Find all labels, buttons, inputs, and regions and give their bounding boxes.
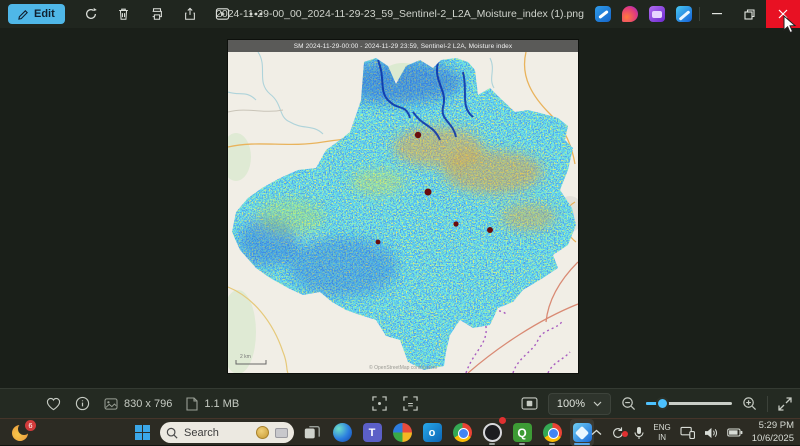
- clock[interactable]: 5:29 PM 10/6/2025: [752, 420, 794, 445]
- search-highlight-laptop-icon: [275, 428, 288, 438]
- rotate-icon[interactable]: [79, 3, 103, 25]
- taskbar-search[interactable]: Search: [160, 422, 294, 443]
- edit-button-label: Edit: [34, 8, 55, 20]
- share-blue-icon[interactable]: [676, 6, 692, 22]
- tray-date: 10/6/2025: [752, 433, 794, 445]
- file-size-icon: [186, 397, 198, 411]
- titlebar: Edit 2024-11-29-00_00_2024-11-29-23_59_S…: [0, 0, 800, 28]
- system-tray: ENG IN 5:29 PM 10/6/2025: [591, 419, 794, 446]
- image-embedded-title: SM 2024-11-29-00:00 - 2024-11-29 23:59, …: [228, 40, 578, 52]
- qgis-icon[interactable]: Q: [510, 419, 534, 446]
- image-dimensions: 830 x 796: [104, 398, 172, 410]
- edit-designer-icon[interactable]: [595, 6, 611, 22]
- file-size: 1.1 MB: [186, 397, 239, 411]
- info-button[interactable]: [75, 396, 90, 411]
- taskbar: 6 Search T o: [0, 418, 800, 445]
- filmstrip-toggle-button[interactable]: [521, 397, 538, 410]
- map-attribution: © OpenStreetMap contributors: [369, 364, 437, 371]
- viewed-image[interactable]: SM 2024-11-29-00:00 - 2024-11-29 23:59, …: [228, 40, 578, 373]
- zoom-to-fit-button[interactable]: [372, 396, 387, 411]
- viewer-statusbar: 830 x 796 1.1 MB 100%: [0, 388, 800, 418]
- mouse-cursor: [783, 15, 797, 40]
- photos-app-icon[interactable]: [570, 419, 594, 446]
- photos-app-window: Edit 2024-11-29-00_00_2024-11-29-23_59_S…: [0, 0, 800, 445]
- chrome-icon[interactable]: [450, 419, 474, 446]
- zoom-slider-handle[interactable]: [656, 397, 669, 410]
- actual-size-button[interactable]: [403, 396, 418, 411]
- task-view-button[interactable]: [300, 419, 324, 446]
- chevron-down-icon: [593, 401, 602, 407]
- widgets-weather-button[interactable]: 6: [12, 422, 34, 442]
- scale-label: 2 km: [240, 354, 251, 360]
- zoom-in-button[interactable]: [742, 396, 757, 411]
- filesize-value: 1.1 MB: [204, 398, 239, 410]
- search-icon: [166, 427, 178, 439]
- minimize-button[interactable]: [700, 0, 733, 28]
- image-dimensions-icon: [104, 398, 118, 410]
- language-indicator[interactable]: ENG IN: [653, 423, 670, 441]
- edge-icon[interactable]: [330, 419, 354, 446]
- zoom-level-value: 100%: [557, 398, 585, 410]
- sync-alert-dot: [622, 431, 628, 437]
- favorite-button[interactable]: [46, 397, 61, 411]
- chrome-2-icon[interactable]: [540, 419, 564, 446]
- battery-icon[interactable]: [727, 428, 743, 437]
- outlook-icon[interactable]: o: [420, 419, 444, 446]
- delete-icon[interactable]: [112, 3, 136, 25]
- window-title: 2024-11-29-00_00_2024-11-29-23_59_Sentin…: [216, 0, 584, 28]
- gallery-icon[interactable]: [649, 6, 665, 22]
- edit-button[interactable]: Edit: [8, 4, 65, 24]
- language-line2: IN: [653, 433, 670, 442]
- statusbar-divider: [767, 396, 768, 412]
- microphone-tray-icon[interactable]: [634, 426, 644, 440]
- network-display-icon[interactable]: [680, 426, 695, 439]
- restore-button[interactable]: [733, 0, 766, 28]
- dimensions-value: 830 x 796: [124, 398, 172, 410]
- zoom-out-button[interactable]: [621, 396, 636, 411]
- windows-logo-icon: [135, 425, 150, 440]
- notification-badge: 6: [25, 420, 36, 431]
- share-icon[interactable]: [178, 3, 202, 25]
- language-line1: ENG: [653, 423, 670, 432]
- copilot-icon[interactable]: [622, 6, 638, 22]
- viewer-canvas[interactable]: SM 2024-11-29-00:00 - 2024-11-29 23:59, …: [0, 28, 800, 388]
- titlebar-app-shortcuts: [595, 0, 692, 28]
- start-button[interactable]: [130, 421, 154, 445]
- search-highlight-coin-icon: [256, 426, 269, 439]
- search-placeholder: Search: [184, 427, 219, 439]
- pinwheel-app-icon[interactable]: [390, 419, 414, 446]
- tray-chevron-up-icon[interactable]: [591, 429, 602, 436]
- zoom-slider[interactable]: [646, 402, 732, 405]
- recording-dot: [499, 417, 506, 424]
- zoom-level-dropdown[interactable]: 100%: [548, 393, 611, 415]
- obs-studio-icon[interactable]: [480, 419, 504, 446]
- volume-icon[interactable]: [704, 427, 718, 439]
- print-icon[interactable]: [145, 3, 169, 25]
- tray-time: 5:29 PM: [752, 420, 794, 432]
- moisture-map: 2 km © OpenStreetMap contributors: [228, 52, 578, 373]
- teams-icon[interactable]: T: [360, 419, 384, 446]
- pencil-icon: [18, 9, 29, 20]
- fullscreen-button[interactable]: [778, 397, 792, 411]
- taskbar-center: Search T o Q: [130, 419, 594, 446]
- sync-tray-icon[interactable]: [611, 426, 625, 440]
